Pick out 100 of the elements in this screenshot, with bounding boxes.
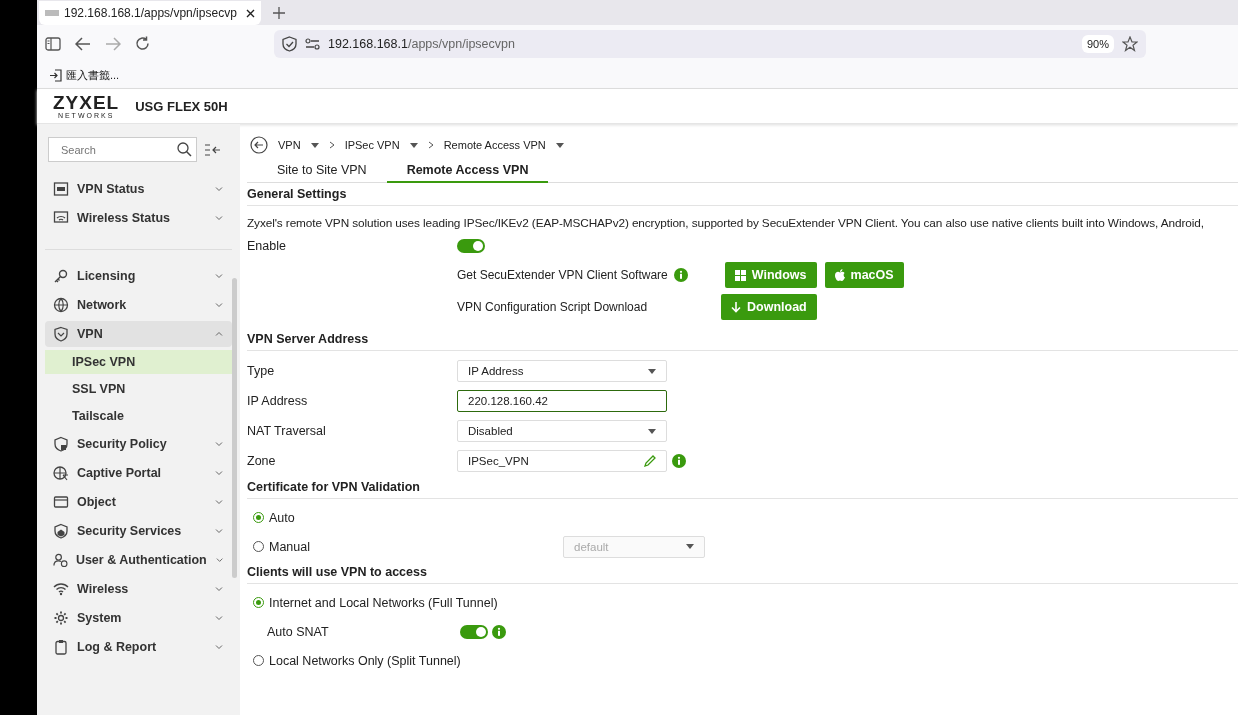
monitor-icon [53,181,69,197]
chevron-icon [214,300,224,310]
chevron-icon [214,439,224,449]
chevron-icon [214,184,224,194]
sidebar-item[interactable]: System [45,605,232,631]
field-label: Type [247,364,276,378]
chevron-icon [328,141,335,149]
sidebar-item[interactable]: Object [45,489,232,515]
gear-icon [53,610,69,626]
field-label: IP Address [247,394,309,408]
browser-tab[interactable]: 192.168.168.1/apps/vpn/ipsecvp [39,1,261,25]
sidebar-icon[interactable] [45,36,61,51]
globe-icon [53,297,69,313]
star-icon[interactable] [1122,35,1138,52]
section-title: Certificate for VPN Validation [247,476,1238,499]
chevron-icon [214,468,224,478]
dropdown[interactable]: IP Address [457,360,667,382]
clipboard-icon [53,639,69,655]
sidebar-item[interactable]: Security Services [45,518,232,544]
windows-icon [734,269,746,281]
option-label[interactable]: Local Networks Only (Split Tunnel) [269,653,461,668]
import-icon[interactable] [49,68,62,82]
sidebar-item[interactable]: VPN [45,321,232,347]
close-icon[interactable] [246,8,255,18]
shield-icon[interactable] [282,35,297,52]
info-icon[interactable] [673,268,688,282]
key-icon [53,268,69,284]
toggle-switch[interactable] [460,624,488,639]
pencil-icon[interactable] [644,455,656,467]
sidebar-item[interactable]: VPN Status [45,176,232,202]
caret-icon [686,544,694,549]
caret-icon [648,368,656,374]
field-label: Zone [247,454,277,468]
sidebar-item[interactable]: Log & Report [45,634,232,660]
section-title: VPN Server Address [247,328,1238,351]
chevron-icon [214,271,224,281]
sidebar-item[interactable]: Wireless Status [45,205,232,231]
option-label[interactable]: Internet and Local Networks (Full Tunnel) [269,595,498,610]
breadcrumb-item[interactable]: IPSec VPN [344,139,400,151]
chevron-icon [214,584,224,594]
sidebar-subitem[interactable]: SSL VPN [45,377,232,401]
caret-icon [648,428,656,434]
collapse-menu-icon[interactable] [205,143,221,156]
user-icon [53,552,68,568]
input-field[interactable]: 220.128.160.42 [457,390,667,412]
dropdown[interactable]: Disabled [457,420,667,442]
chevron-icon [214,555,224,565]
bookmark-link[interactable]: 匯入書籤... [66,67,120,83]
settings-icon[interactable] [305,37,320,50]
sidebar-item[interactable]: Wireless [45,576,232,602]
option-label[interactable]: Manual [269,539,310,554]
tab[interactable]: Remote Access VPN [386,158,549,183]
field-label: Auto SNAT [267,624,330,639]
info-icon[interactable] [672,454,686,468]
input-field[interactable]: IPSec_VPN [457,450,667,472]
info-icon[interactable] [492,624,506,639]
apple-icon [834,269,845,281]
download-button[interactable]: Download [721,294,817,320]
monitor-icon [53,210,69,226]
new-tab-icon[interactable] [273,6,285,19]
sidebar-item[interactable]: Security Policy [45,431,232,457]
search-field[interactable]: Search [48,137,197,162]
sidebar-item[interactable]: User & Authentication [45,547,232,573]
chevron-icon [214,613,224,623]
sidebar-subitem[interactable]: Tailscale [45,404,232,428]
chevron-icon [214,642,224,652]
back-icon[interactable] [75,36,91,51]
section-title: Clients will use VPN to access [247,561,1238,584]
option-label[interactable]: Auto [269,510,295,525]
download-button[interactable]: Windows [724,262,817,288]
address-bar[interactable]: 192.168.168.1/apps/vpn/ipsecvpn 90% [274,29,1146,58]
breadcrumb-item[interactable]: Remote Access VPN [443,139,546,151]
sidebar-item[interactable]: Captive Portal [45,460,232,486]
shield-icon [53,326,69,342]
chevron-icon [214,329,224,339]
back-icon[interactable] [250,136,268,154]
download-button[interactable]: macOS [824,262,904,288]
wifi-icon [53,581,69,597]
download-icon [731,301,741,313]
globe-icon [53,465,69,481]
field-label: VPN Configuration Script Download [457,300,649,314]
caret-icon [409,142,418,148]
breadcrumb-item[interactable]: VPN [278,139,301,151]
sidebar-subitem[interactable]: IPSec VPN [45,350,232,374]
chevron-icon [214,213,224,223]
zoom-badge[interactable]: 90% [1081,34,1114,53]
field-label: NAT Traversal [247,424,327,438]
shield-icon [53,436,69,452]
tab[interactable]: Site to Site VPN [257,158,387,183]
model-name: USG FLEX 50H [135,98,228,114]
reload-icon[interactable] [135,36,150,51]
toggle-switch[interactable] [457,239,485,253]
sidebar-item[interactable]: Network [45,292,232,318]
field-label: Get SecuExtender VPN Client Software [457,268,668,282]
description-text: Zyxel's remote VPN solution uses leading IPSec/IKEv2 (EAP-MSCHAPv2) encryption, supported by SecuExtender VPN Client. You can also use native clients built into Windows, Android, [247,216,1205,230]
chevron-icon [214,526,224,536]
search-icon[interactable] [177,142,192,157]
sidebar-item[interactable]: Licensing [45,263,232,289]
section-title: General Settings [247,183,1238,206]
chevron-icon [214,497,224,507]
